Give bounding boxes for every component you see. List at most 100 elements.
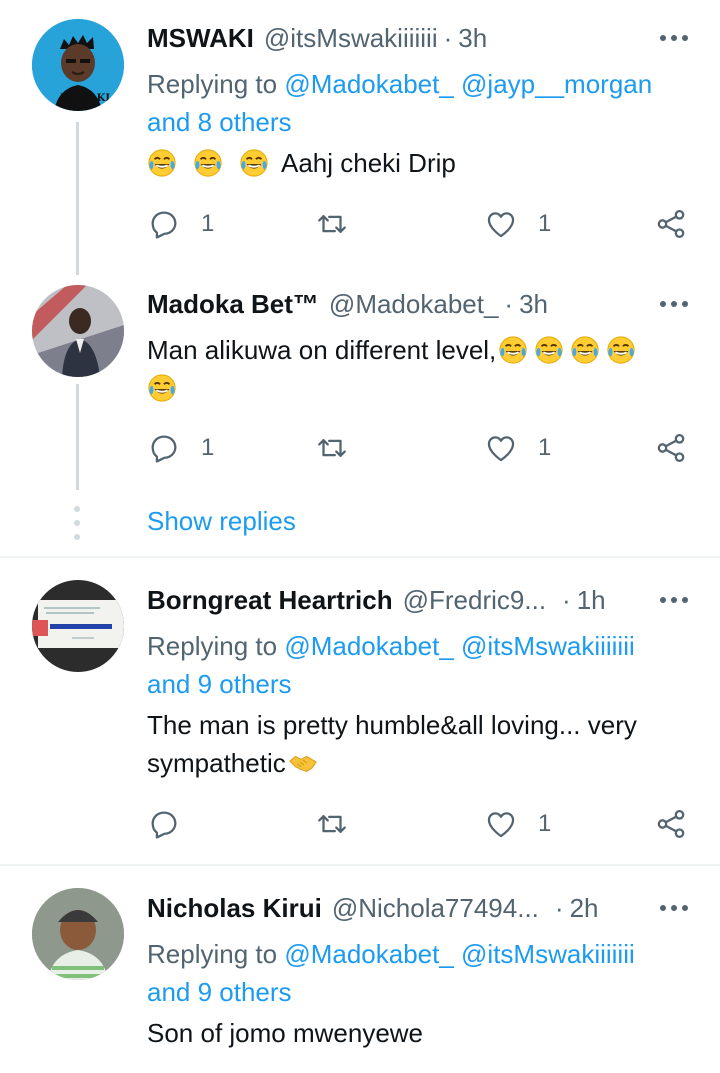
tweet-nicholas[interactable]: Nicholas Kirui @Nichola77494... · 2h Rep… xyxy=(0,866,720,1073)
timestamp[interactable]: 1h xyxy=(577,585,606,616)
thread-line xyxy=(76,122,79,275)
tweet-header: Nicholas Kirui @Nichola77494... · 2h xyxy=(147,888,690,928)
more-icon[interactable] xyxy=(660,301,688,307)
avatar-image xyxy=(32,888,124,980)
reply-icon xyxy=(147,807,181,841)
heart-icon xyxy=(484,431,518,465)
reply-others-link[interactable]: and 9 others xyxy=(147,973,292,1011)
share-button[interactable] xyxy=(654,804,688,844)
tweet-text: Man alikuwa on different level, xyxy=(147,331,642,369)
avatar-image xyxy=(32,285,124,377)
more-icon[interactable] xyxy=(660,905,688,911)
tweet-body: Man alikuwa on different level, xyxy=(147,335,497,365)
tears-of-joy-emoji xyxy=(193,148,223,178)
like-count: 1 xyxy=(538,810,552,837)
replying-to: Replying to @Madokabet_ @itsMswakiiiiiii xyxy=(147,935,635,973)
user-handle[interactable]: @Nichola77494... xyxy=(332,893,539,924)
more-icon[interactable] xyxy=(660,597,688,603)
reply-count: 1 xyxy=(201,210,215,237)
more-icon[interactable] xyxy=(660,35,688,41)
retweet-icon xyxy=(315,207,349,241)
tweet-text-continued xyxy=(147,369,183,407)
tweet-actions: 1 1 xyxy=(147,428,692,468)
reply-button[interactable] xyxy=(147,804,181,844)
tweet-header: MSWAKI @itsMswakiiiiiii · 3h xyxy=(147,18,690,58)
thread-line xyxy=(76,384,79,490)
display-name[interactable]: Borngreat Heartrich xyxy=(147,585,393,616)
tweet-borngreat[interactable]: Borngreat Heartrich @Fredric9... · 1h Re… xyxy=(0,558,720,866)
user-handle[interactable]: @Madokabet_ xyxy=(329,289,499,320)
like-count: 1 xyxy=(538,434,552,461)
display-name[interactable]: Madoka Bet™ xyxy=(147,289,319,320)
tears-of-joy-emoji xyxy=(239,148,269,178)
avatar-image xyxy=(32,580,124,672)
avatar-nicholas[interactable] xyxy=(32,888,124,980)
replying-to: Replying to @Madokabet_ @itsMswakiiiiiii xyxy=(147,627,635,665)
like-button[interactable]: 1 xyxy=(484,204,551,244)
retweet-button[interactable] xyxy=(315,428,349,468)
reply-others-link[interactable]: and 8 others xyxy=(147,103,292,141)
separator-dot: · xyxy=(504,288,514,319)
tweet-text: The man is pretty humble&all loving... v… xyxy=(147,710,637,740)
tweet-text-continued: sympathetic xyxy=(147,744,324,782)
share-icon xyxy=(654,431,688,465)
avatar-mswaki[interactable]: MSWAKI xyxy=(32,19,124,111)
tears-of-joy-emoji xyxy=(147,148,177,178)
heart-icon xyxy=(484,807,518,841)
tweet-text: Aahj cheki Drip xyxy=(147,144,456,182)
tears-of-joy-emoji xyxy=(147,373,177,403)
timestamp[interactable]: 3h xyxy=(519,289,548,320)
tears-of-joy-emoji xyxy=(570,335,600,365)
tweet-header: Borngreat Heartrich @Fredric9... · 1h xyxy=(147,580,690,620)
separator-dot: · xyxy=(554,892,564,923)
user-handle[interactable]: @Fredric9... xyxy=(403,585,546,616)
replying-prefix: Replying to xyxy=(147,631,278,661)
timestamp[interactable]: 2h xyxy=(570,893,599,924)
tears-of-joy-emoji xyxy=(534,335,564,365)
heart-icon xyxy=(484,207,518,241)
like-button[interactable]: 1 xyxy=(484,428,551,468)
tweet-mswaki[interactable]: MSWAKI MSWAKI @itsMswakiiiiiii · 3h Repl… xyxy=(0,0,720,290)
reply-button[interactable]: 1 xyxy=(147,428,214,468)
avatar-madoka[interactable] xyxy=(32,285,124,377)
separator-dot: · xyxy=(562,584,571,615)
tweet-actions: 1 1 xyxy=(147,204,692,244)
retweet-button[interactable] xyxy=(315,804,349,844)
replying-prefix: Replying to xyxy=(147,69,278,99)
reply-mentions-link[interactable]: @Madokabet_ @itsMswakiiiiiii xyxy=(284,631,634,661)
like-count: 1 xyxy=(538,210,552,237)
reply-mentions-link[interactable]: @Madokabet_ @jayp__morgan xyxy=(284,69,652,99)
tweet-madoka[interactable]: Madoka Bet™ @Madokabet_ · 3h Man alikuwa… xyxy=(0,270,720,558)
replying-to: Replying to @Madokabet_ @jayp__morgan xyxy=(147,65,652,103)
avatar-label: MSWAKI xyxy=(60,93,111,104)
retweet-icon xyxy=(315,807,349,841)
share-icon xyxy=(654,807,688,841)
timestamp[interactable]: 3h xyxy=(458,23,487,54)
tears-of-joy-emoji xyxy=(498,335,528,365)
reply-count: 1 xyxy=(201,434,215,461)
reply-icon xyxy=(147,431,181,465)
retweet-icon xyxy=(315,431,349,465)
reply-icon xyxy=(147,207,181,241)
tweet-body: sympathetic xyxy=(147,748,286,778)
share-button[interactable] xyxy=(654,428,688,468)
replying-prefix: Replying to xyxy=(147,939,278,969)
like-button[interactable]: 1 xyxy=(484,804,551,844)
reply-button[interactable]: 1 xyxy=(147,204,214,244)
show-replies-link[interactable]: Show replies xyxy=(147,506,296,537)
thread-continuation-dots xyxy=(74,506,80,540)
reply-mentions-link[interactable]: @Madokabet_ @itsMswakiiiiiii xyxy=(284,939,634,969)
separator-dot: · xyxy=(443,22,453,53)
display-name[interactable]: Nicholas Kirui xyxy=(147,893,322,924)
avatar-borngreat[interactable] xyxy=(32,580,124,672)
handshake-emoji xyxy=(288,748,318,778)
retweet-button[interactable] xyxy=(315,204,349,244)
tweet-header: Madoka Bet™ @Madokabet_ · 3h xyxy=(147,284,690,324)
tweet-actions: 1 xyxy=(147,804,692,844)
share-button[interactable] xyxy=(654,204,688,244)
user-handle[interactable]: @itsMswakiiiiiii xyxy=(264,23,438,54)
tweet-text: Son of jomo mwenyewe xyxy=(147,1018,424,1048)
display-name[interactable]: MSWAKI xyxy=(147,23,254,54)
tweet-body: Aahj cheki Drip xyxy=(281,148,456,178)
reply-others-link[interactable]: and 9 others xyxy=(147,665,292,703)
